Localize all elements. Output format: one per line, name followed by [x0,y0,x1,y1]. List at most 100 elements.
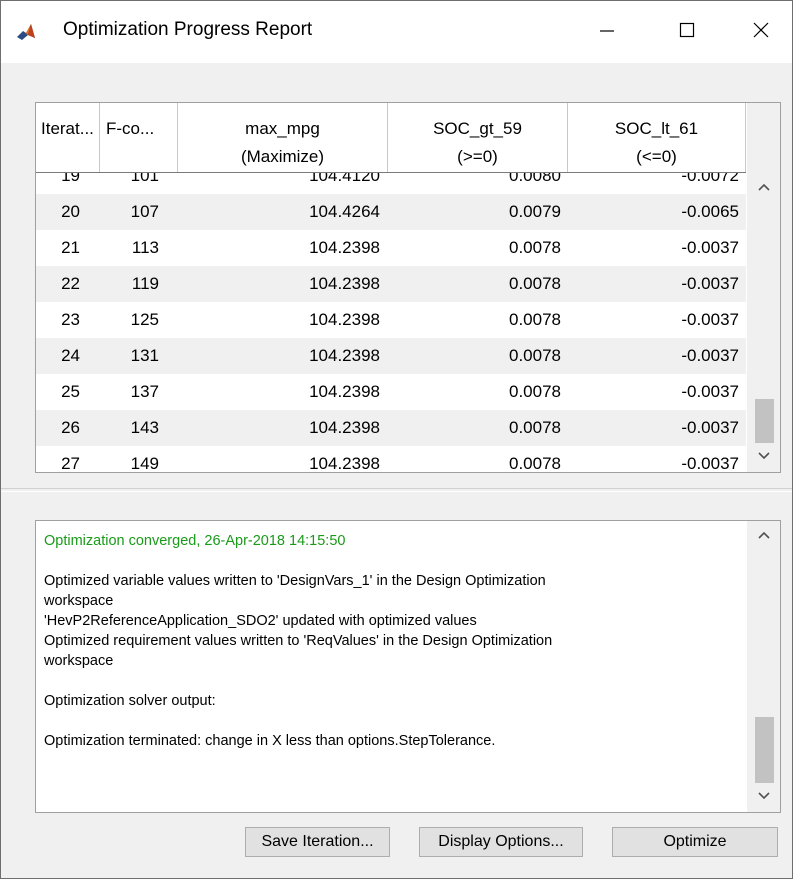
minimize-icon [598,21,616,44]
scroll-thumb[interactable] [755,717,774,783]
table-cell: 137 [130,382,159,401]
table-cell: -0.0037 [681,346,739,365]
title-bar[interactable]: Optimization Progress Report [1,1,792,63]
table-body: 19 101 104.4120 0.0080 -0.0072 20 107 104.4264 0… [36,173,746,472]
table-cell: -0.0037 [681,274,739,293]
table-vertical-scrollbar[interactable] [747,103,780,472]
optimization-progress-window: Optimization Progress Report Iterat... F… [0,0,793,879]
message-line: Optimized variable values written to 'De… [44,573,546,589]
column-label: SOC_gt_59 [433,119,522,138]
table-cell: -0.0037 [681,418,739,437]
table-cell: 22 [61,274,80,293]
message-line: Optimized requirement values written to … [44,633,553,649]
table-row[interactable]: 20 107 104.4264 0.0079 -0.0065 [36,194,746,230]
close-icon [752,21,770,44]
table-cell: 0.0080 [509,173,561,185]
close-button[interactable] [728,1,793,63]
column-header-fcount[interactable]: F-co... [100,103,178,172]
table-cell: 101 [130,173,159,185]
message-vertical-scrollbar[interactable] [747,521,780,812]
message-line: workspace [44,593,114,609]
table-cell: 20 [61,202,80,221]
table-header: Iterat... F-co... max_mpg (Maximize) SOC… [36,103,746,173]
table-cell: 21 [61,238,80,257]
table-row[interactable]: 24 131 104.2398 0.0078 -0.0037 [36,338,746,374]
table-cell: 104.2398 [309,454,380,472]
scroll-down-button[interactable] [747,442,780,472]
table-cell: 104.2398 [309,310,380,329]
table-cell: 104.4120 [309,173,380,185]
table-cell: 149 [130,454,159,472]
table-cell: 0.0078 [509,346,561,365]
maximize-button[interactable] [654,1,720,63]
iteration-table[interactable]: Iterat... F-co... max_mpg (Maximize) SOC… [35,102,781,473]
scroll-up-button[interactable] [747,173,780,203]
column-sublabel: (>=0) [457,147,498,166]
table-row[interactable]: 21 113 104.2398 0.0078 -0.0037 [36,230,746,266]
chevron-up-icon [757,527,771,545]
message-log[interactable]: Optimization converged, 26-Apr-2018 14:1… [35,520,781,813]
table-cell: 119 [131,274,159,293]
column-label: Iterat... [41,119,94,138]
table-cell: 104.2398 [309,274,380,293]
table-cell: -0.0037 [681,310,739,329]
display-options-button[interactable]: Display Options... [419,827,583,857]
table-cell: 26 [61,418,80,437]
table-row[interactable]: 27 149 104.2398 0.0078 -0.0037 [36,446,746,472]
table-row[interactable]: 25 137 104.2398 0.0078 -0.0037 [36,374,746,410]
column-header-max-mpg[interactable]: max_mpg (Maximize) [178,103,388,172]
table-cell: 25 [61,382,80,401]
table-cell: 104.4264 [309,202,380,221]
panel-splitter[interactable] [1,488,792,492]
optimize-button[interactable]: Optimize [612,827,778,857]
table-cell: 0.0078 [509,274,561,293]
column-header-soc-gt-59[interactable]: SOC_gt_59 (>=0) [388,103,568,172]
table-cell: 143 [130,418,159,437]
minimize-button[interactable] [574,1,640,63]
table-cell: 113 [131,238,159,257]
column-header-iteration[interactable]: Iterat... [36,103,100,172]
table-row[interactable]: 22 119 104.2398 0.0078 -0.0037 [36,266,746,302]
message-line: 'HevP2ReferenceApplication_SDO2' updated… [44,613,477,629]
message-line: Optimization solver output: [44,693,216,709]
table-cell: 104.2398 [309,346,380,365]
table-cell: 19 [61,173,80,185]
table-cell: 131 [130,346,159,365]
table-row[interactable]: 23 125 104.2398 0.0078 -0.0037 [36,302,746,338]
table-cell: -0.0037 [681,382,739,401]
table-cell: -0.0037 [681,238,739,257]
table-cell: 27 [61,454,80,472]
window-title: Optimization Progress Report [63,19,313,40]
scroll-up-button[interactable] [747,521,780,551]
maximize-icon [678,21,696,44]
table-row[interactable]: 26 143 104.2398 0.0078 -0.0037 [36,410,746,446]
table-cell: -0.0072 [681,173,739,185]
column-sublabel: (Maximize) [240,147,325,166]
table-cell: 104.2398 [309,418,380,437]
message-line: Optimization terminated: change in X les… [44,733,496,749]
column-label: SOC_lt_61 [614,119,699,138]
column-label: max_mpg [245,119,320,138]
scroll-thumb[interactable] [755,399,774,443]
table-cell: 104.2398 [309,238,380,257]
matlab-icon [15,21,37,43]
table-cell: 0.0078 [509,310,561,329]
chevron-down-icon [757,788,771,806]
table-cell: 23 [61,310,80,329]
table-row[interactable]: 19 101 104.4120 0.0080 -0.0072 [36,173,746,194]
save-iteration-button[interactable]: Save Iteration... [245,827,390,857]
chevron-up-icon [757,179,771,197]
table-cell: 24 [61,346,80,365]
table-cell: 0.0078 [509,238,561,257]
table-cell: 125 [130,310,159,329]
table-cell: 0.0078 [509,418,561,437]
table-cell: 0.0078 [509,382,561,401]
chevron-down-icon [757,448,771,466]
scroll-down-button[interactable] [747,782,780,812]
column-sublabel: (<=0) [636,147,677,166]
table-cell: 0.0079 [509,202,561,221]
column-label: F-co... [106,119,155,138]
column-header-soc-lt-61[interactable]: SOC_lt_61 (<=0) [568,103,746,172]
table-cell: 104.2398 [309,382,380,401]
message-text: Optimization converged, 26-Apr-2018 14:1… [44,531,744,751]
